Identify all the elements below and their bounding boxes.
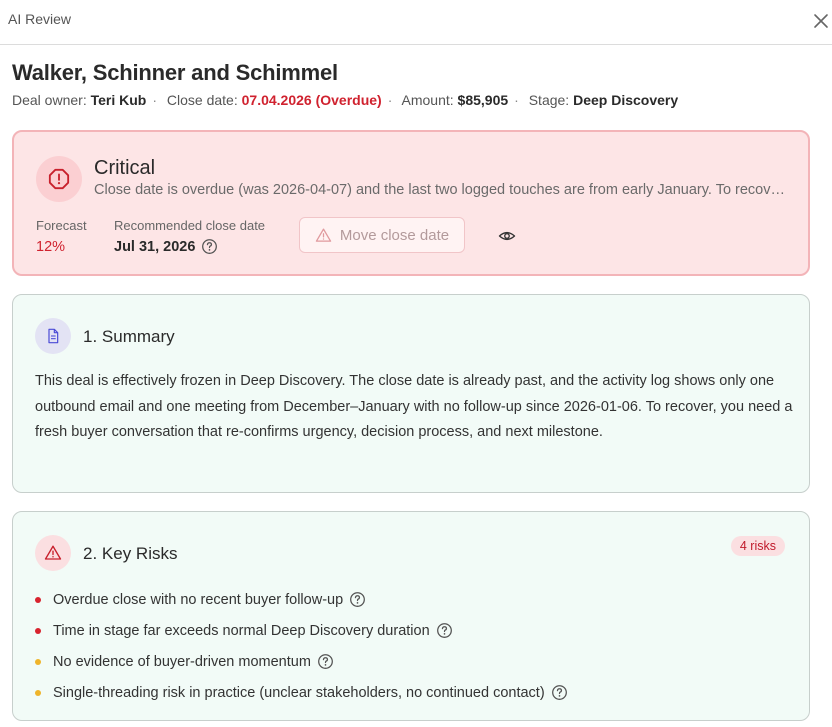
risk-list: Overdue close with no recent buyer follo… bbox=[35, 584, 568, 708]
recommended-close-label: Recommended close date bbox=[114, 218, 266, 233]
key-risks-card: 2. Key Risks 4 risks Overdue close with … bbox=[12, 511, 810, 721]
move-close-date-button[interactable]: Move close date bbox=[299, 217, 465, 253]
move-close-date-label: Move close date bbox=[339, 226, 450, 244]
deal-name: Walker, Schinner and Schimmel bbox=[12, 60, 338, 85]
risk-item: No evidence of buyer-driven momentum bbox=[35, 646, 568, 677]
severity-high-dot bbox=[35, 596, 41, 603]
owner-label: Deal owner: bbox=[12, 92, 87, 108]
risk-item: Single-threading risk in practice (uncle… bbox=[35, 677, 568, 708]
close-date-value: 07.04.2026 (Overdue) bbox=[241, 92, 382, 108]
owner-value: Teri Kub bbox=[90, 92, 147, 108]
stage-value: Deep Discovery bbox=[573, 92, 679, 108]
octagon-alert-icon bbox=[36, 156, 82, 202]
recommended-close-date: Jul 31, 2026 bbox=[114, 238, 196, 255]
panel-title: AI Review bbox=[8, 11, 72, 27]
recommended-close-value: Jul 31, 2026 bbox=[114, 238, 218, 255]
risk-text: No evidence of buyer-driven momentum bbox=[53, 653, 311, 670]
eye-icon[interactable] bbox=[498, 227, 516, 245]
risk-item: Time in stage far exceeds normal Deep Di… bbox=[35, 615, 568, 646]
amount-label: Amount: bbox=[401, 92, 454, 108]
summary-text: This deal is effectively frozen in Deep … bbox=[35, 373, 793, 440]
help-circle-icon[interactable] bbox=[349, 591, 366, 608]
critical-alert-card: Critical Close date is overdue (was 2026… bbox=[12, 130, 810, 276]
help-circle-icon[interactable] bbox=[436, 622, 453, 639]
summary-card: 1. Summary This deal is effectively froz… bbox=[12, 294, 810, 493]
close-icon[interactable] bbox=[812, 12, 830, 30]
risks-title: 2. Key Risks bbox=[83, 544, 178, 563]
risk-text: Overdue close with no recent buyer follo… bbox=[53, 591, 344, 608]
summary-title: 1. Summary bbox=[83, 327, 175, 346]
triangle-alert-icon bbox=[35, 535, 71, 571]
close-date-label: Close date: bbox=[166, 92, 238, 108]
critical-description: Close date is overdue (was 2026-04-07) a… bbox=[94, 182, 786, 198]
help-circle-icon[interactable] bbox=[551, 684, 568, 701]
triangle-alert-icon bbox=[315, 227, 332, 242]
risk-text: Single-threading risk in practice (uncle… bbox=[53, 684, 545, 701]
risk-text: Time in stage far exceeds normal Deep Di… bbox=[53, 622, 430, 639]
risk-item: Overdue close with no recent buyer follo… bbox=[35, 584, 568, 615]
document-icon bbox=[35, 318, 71, 354]
severity-medium-dot bbox=[35, 689, 41, 696]
risk-count-badge: 4 risks bbox=[730, 536, 785, 556]
review-panel-header: AI Review bbox=[0, 0, 832, 45]
forecast-value: 12% bbox=[36, 239, 66, 255]
deal-meta: Deal owner: Teri Kub · Close date: 07.04.… bbox=[12, 92, 679, 108]
severity-high-dot bbox=[35, 627, 41, 634]
help-circle-icon[interactable] bbox=[201, 238, 218, 255]
severity-medium-dot bbox=[35, 658, 41, 665]
stage-label: Stage: bbox=[528, 92, 570, 108]
amount-value: $85,905 bbox=[457, 92, 509, 108]
forecast-label: Forecast bbox=[36, 218, 87, 233]
critical-title: Critical bbox=[94, 157, 156, 179]
help-circle-icon[interactable] bbox=[317, 653, 334, 670]
